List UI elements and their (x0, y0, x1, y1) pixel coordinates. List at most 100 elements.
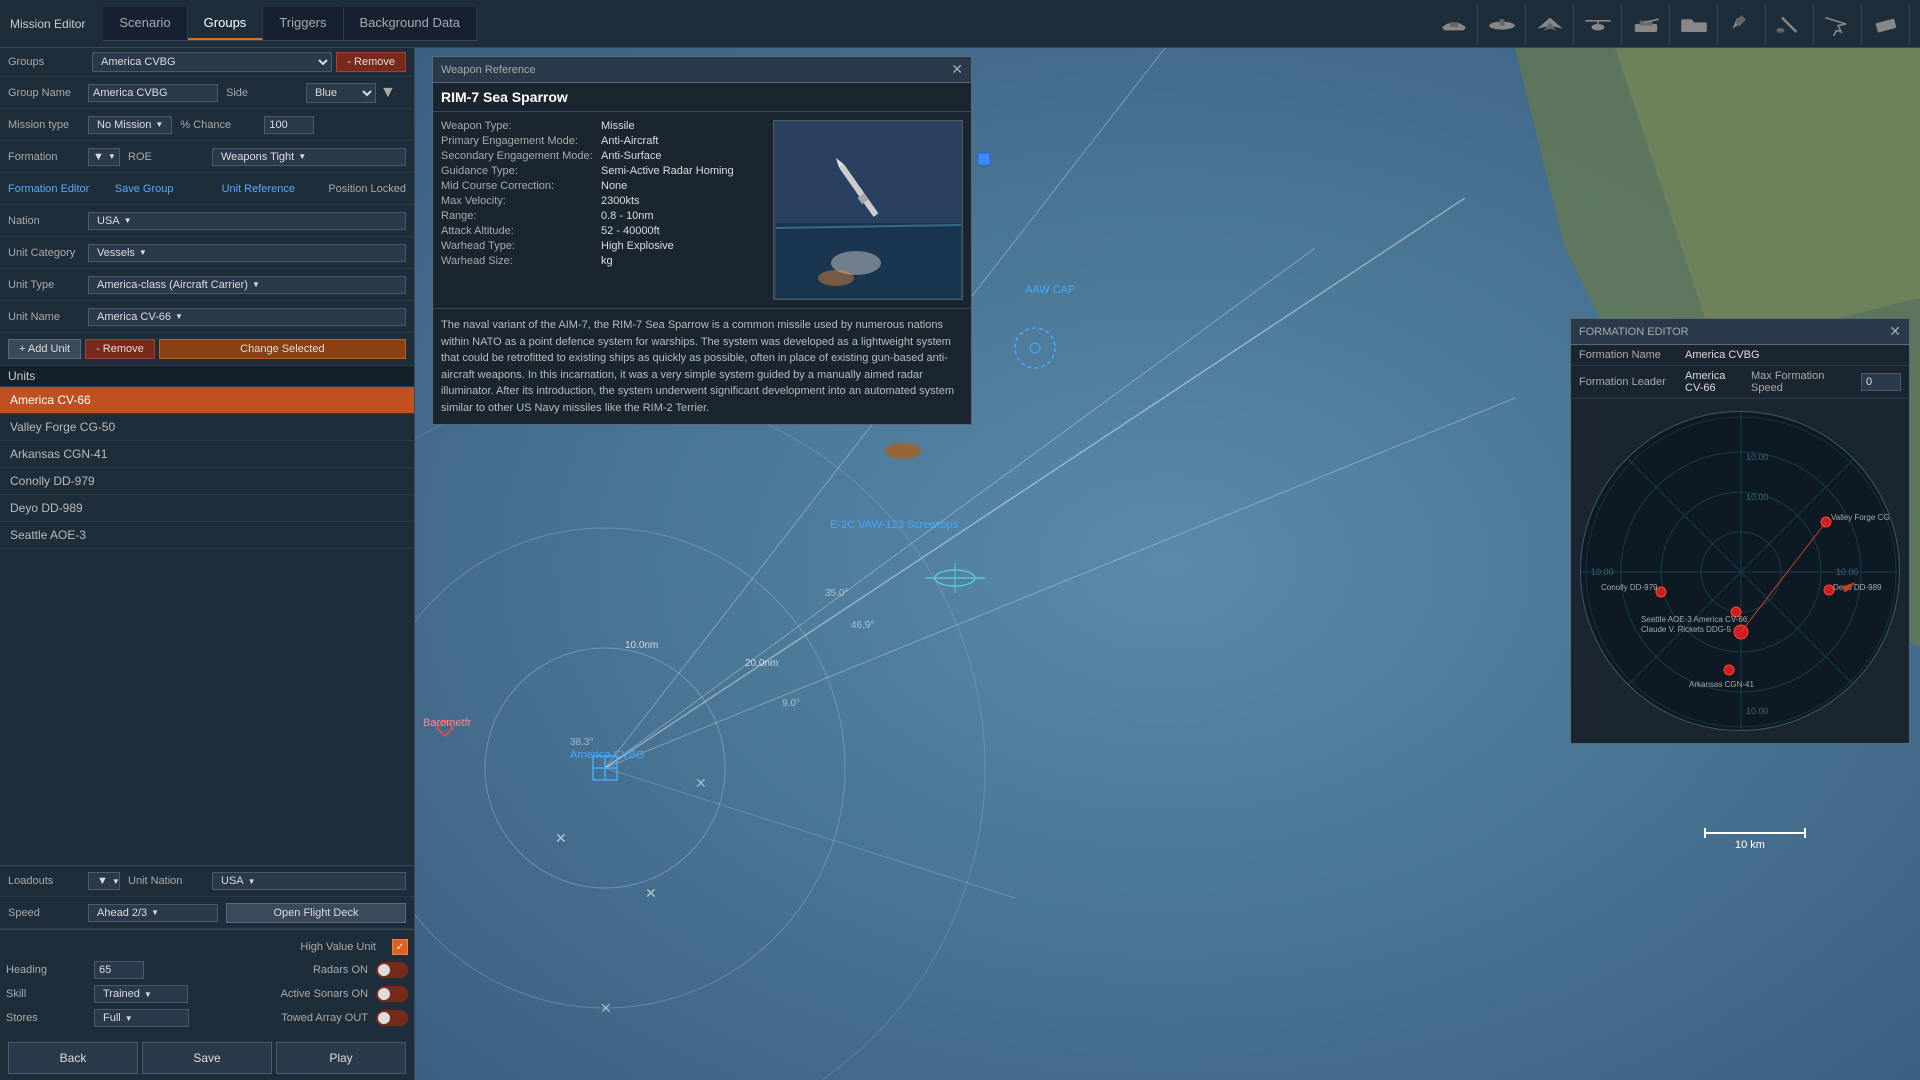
open-flight-deck-button[interactable]: Open Flight Deck (226, 903, 406, 923)
nation-dropdown[interactable]: USA (88, 212, 406, 230)
unit-item[interactable]: Conolly DD-979 (0, 468, 414, 495)
group-name-row: Group Name Side Blue ▼ (0, 77, 414, 109)
unit-type-dropdown[interactable]: America-class (Aircraft Carrier) (88, 276, 406, 294)
toolbar-plane-icon[interactable] (1526, 4, 1574, 44)
high-value-unit-label: High Value Unit (300, 941, 376, 953)
play-button[interactable]: Play (276, 1042, 406, 1074)
unit-reference-link[interactable]: Unit Reference (222, 183, 321, 195)
svg-text:Arkansas CGN-41: Arkansas CGN-41 (1689, 680, 1754, 689)
units-list: America CV-66 Valley Forge CG-50 Arkansa… (0, 387, 414, 865)
svg-text:Seattle AOE-3 America CV-66: Seattle AOE-3 America CV-66 (1641, 615, 1748, 624)
unit-item[interactable]: America CV-66 (0, 387, 414, 414)
weapon-ref-close-button[interactable]: ✕ (951, 61, 963, 78)
toolbar-sub-icon[interactable] (1478, 4, 1526, 44)
side-dropdown-icon[interactable]: ▼ (380, 84, 396, 102)
speed-row: Speed Ahead 2/3 Open Flight Deck (0, 897, 414, 929)
svg-text:9.0°: 9.0° (782, 698, 800, 709)
nation-label: Nation (8, 215, 88, 227)
max-speed-input[interactable] (1861, 373, 1901, 391)
chance-input[interactable] (264, 116, 314, 134)
stat-row-range: Range: 0.8 - 10nm (441, 210, 765, 222)
toolbar-brush-icon[interactable] (1766, 4, 1814, 44)
bottom-buttons: Back Save Play (0, 1036, 414, 1080)
stat-row-guidance: Guidance Type: Semi-Active Radar Homing (441, 165, 765, 177)
formation-leader-row: Formation Leader America CV-66 Max Forma… (1571, 366, 1909, 399)
unit-nation-dropdown[interactable]: USA (212, 872, 406, 890)
save-group-link[interactable]: Save Group (115, 183, 214, 195)
radars-on-label: Radars ON (288, 964, 368, 976)
unit-category-label: Unit Category (8, 247, 88, 259)
heading-input[interactable] (94, 961, 144, 979)
stat-value: Missile (601, 120, 635, 132)
high-value-unit-checkbox[interactable]: ✓ (392, 939, 408, 955)
formation-editor-link[interactable]: Formation Editor (8, 183, 107, 195)
unit-category-dropdown[interactable]: Vessels (88, 244, 406, 262)
toolbar-pencil-icon[interactable] (1718, 4, 1766, 44)
stat-value: 52 - 40000ft (601, 225, 660, 237)
formation-editor-row: Formation Editor Save Group Unit Referen… (0, 173, 414, 205)
tab-groups[interactable]: Groups (188, 7, 264, 40)
save-button[interactable]: Save (142, 1042, 272, 1074)
formation-radar[interactable]: 10.00 10.00 10.00 10.00 10.00 Valley For… (1580, 411, 1900, 731)
unit-name-label: Unit Name (8, 311, 88, 323)
position-locked-label: Position Locked (328, 183, 406, 195)
add-unit-button[interactable]: + Add Unit (8, 339, 81, 359)
svg-text:✕: ✕ (600, 1000, 612, 1016)
back-button[interactable]: Back (8, 1042, 138, 1074)
svg-text:10.00: 10.00 (1746, 452, 1769, 462)
unit-item[interactable]: Deyo DD-989 (0, 495, 414, 522)
stores-label: Stores (6, 1012, 86, 1024)
tab-background-data[interactable]: Background Data (344, 7, 477, 40)
unit-name-row: Unit Name America CV-66 (0, 301, 414, 333)
stat-row-primary-mode: Primary Engagement Mode: Anti-Aircraft (441, 135, 765, 147)
stat-label: Attack Altitude: (441, 225, 601, 237)
toolbar-ship-icon[interactable] (1430, 4, 1478, 44)
stat-label: Primary Engagement Mode: (441, 135, 601, 147)
units-label: Units (8, 369, 35, 383)
roe-dropdown[interactable]: Weapons Tight (212, 148, 406, 166)
formation-dropdown[interactable]: ▼ (88, 148, 120, 166)
speed-dropdown[interactable]: Ahead 2/3 (88, 904, 218, 922)
toolbar-heli-icon[interactable] (1574, 4, 1622, 44)
change-selected-button[interactable]: Change Selected (159, 339, 406, 359)
tab-triggers[interactable]: Triggers (263, 7, 343, 40)
remove-group-button[interactable]: - Remove (336, 52, 406, 72)
unit-type-row: Unit Type America-class (Aircraft Carrie… (0, 269, 414, 301)
mission-type-dropdown[interactable]: No Mission (88, 116, 172, 134)
unit-item[interactable]: Arkansas CGN-41 (0, 441, 414, 468)
unit-name-dropdown[interactable]: America CV-66 (88, 308, 406, 326)
group-name-input[interactable] (88, 84, 218, 102)
tab-scenario[interactable]: Scenario (103, 7, 187, 40)
towed-array-label: Towed Array OUT (281, 1012, 368, 1024)
svg-text:20.0nm: 20.0nm (745, 658, 778, 669)
unit-item[interactable]: Seattle AOE-3 (0, 522, 414, 549)
toolbar-arrow-icon[interactable] (1814, 4, 1862, 44)
svg-text:10.00: 10.00 (1746, 706, 1769, 716)
skill-dropdown[interactable]: Trained (94, 985, 188, 1003)
svg-text:Claude V. Rickets DDG-5: Claude V. Rickets DDG-5 (1641, 625, 1732, 634)
svg-text:America CVBG: America CVBG (570, 749, 645, 761)
toolbar-eraser-icon[interactable] (1862, 4, 1910, 44)
stat-value: None (601, 180, 627, 192)
formation-editor-close-button[interactable]: ✕ (1889, 323, 1901, 340)
side-select[interactable]: Blue (306, 83, 376, 103)
loadouts-dropdown[interactable]: ▼ (88, 872, 120, 890)
svg-text:✕: ✕ (645, 885, 657, 901)
stores-dropdown[interactable]: Full (94, 1009, 189, 1027)
toolbar-folder-icon[interactable] (1670, 4, 1718, 44)
unit-item[interactable]: Valley Forge CG-50 (0, 414, 414, 441)
svg-text:Conolly DD-979: Conolly DD-979 (1601, 583, 1658, 592)
radars-on-toggle[interactable] (376, 962, 408, 978)
remove-unit-button[interactable]: - Remove (85, 339, 155, 359)
toolbar-tank-icon[interactable] (1622, 4, 1670, 44)
weapon-ref-title: RIM-7 Sea Sparrow (433, 83, 971, 112)
stat-value: Anti-Aircraft (601, 135, 658, 147)
towed-array-toggle[interactable] (376, 1010, 408, 1026)
tab-bar: Scenario Groups Triggers Background Data (103, 7, 477, 41)
groups-select[interactable]: America CVBG (92, 52, 332, 72)
formation-leader-value: America CV-66 (1685, 370, 1737, 394)
group-name-label: Group Name (8, 87, 88, 99)
active-sonars-toggle[interactable] (376, 986, 408, 1002)
stat-label: Mid Course Correction: (441, 180, 601, 192)
stat-row-warhead-type: Warhead Type: High Explosive (441, 240, 765, 252)
